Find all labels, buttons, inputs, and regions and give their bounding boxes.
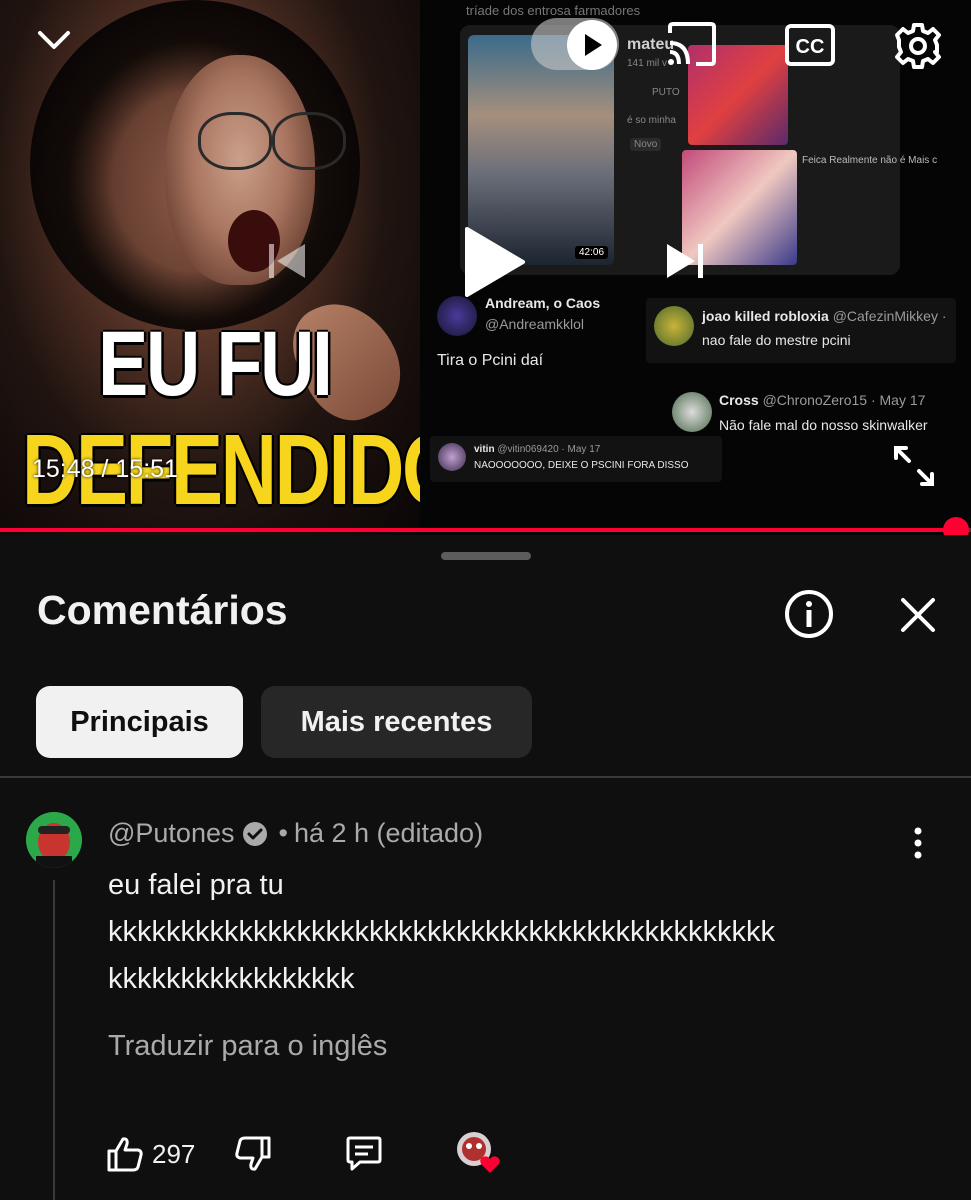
dislike-button[interactable] (234, 1135, 272, 1173)
previous-button[interactable] (262, 236, 312, 286)
info-button[interactable] (783, 588, 835, 640)
embedded-card-title: Feica Realmente não é Mais c (802, 155, 938, 166)
overlay-avatar-1 (437, 296, 477, 336)
filter-chip-mais-recentes[interactable]: Mais recentes (261, 686, 532, 758)
comment-line-2: kkkkkkkkkkkkkkkkkkkkkkkkkkkkkkkkkkkkkkkk… (108, 916, 775, 948)
time-display: 15:48 / 15:51 (32, 455, 178, 483)
overlay-name-4: vitin (474, 444, 495, 455)
comment-line-1: eu falei pra tu (108, 869, 284, 901)
next-button[interactable] (660, 236, 710, 286)
like-count: 297 (152, 1138, 196, 1169)
cast-icon (668, 22, 716, 66)
thumbs-down-icon (235, 1136, 271, 1171)
creator-heart-avatar-icon (457, 1132, 500, 1173)
captions-icon: CC (785, 24, 835, 66)
close-button[interactable] (893, 590, 943, 640)
previous-icon (269, 244, 305, 278)
thumbs-up-icon (107, 1137, 143, 1172)
settings-button[interactable] (890, 18, 946, 74)
svg-text:CC: CC (796, 36, 825, 58)
translate-link[interactable]: Traduzir para o inglês (108, 1030, 387, 1063)
comment-line-3: kkkkkkkkkkkkkkkkk (108, 963, 355, 995)
comments-title: Comentários (37, 587, 288, 633)
captions-button[interactable]: CC (782, 20, 838, 70)
progress-bar-fill (0, 528, 957, 532)
verified-badge-icon (243, 821, 268, 846)
avatar-image (26, 812, 82, 868)
overlay-name-3-row: Cross @ChronoZero15 · May 17 (719, 392, 925, 408)
overlay-name-3: Cross (719, 392, 759, 408)
minimize-button[interactable] (30, 20, 78, 60)
next-icon (667, 244, 703, 278)
embedded-caption: tríade dos entrosa farmadores (466, 3, 641, 18)
fullscreen-button[interactable] (888, 440, 940, 492)
sheet-divider (0, 776, 971, 778)
overlay-name-4-row: vitin @vitin069420 · May 17 (474, 444, 600, 455)
settings-icon (895, 23, 941, 69)
reply-button[interactable] (344, 1135, 384, 1173)
overlay-text-4: NAOOOOOOO, DEIXE O PSCINI FORA DISSO (474, 460, 689, 471)
autoplay-toggle-knob[interactable] (567, 20, 617, 70)
embedded-views: 141 mil v (627, 58, 668, 69)
progress-bar[interactable] (0, 517, 971, 535)
thread-line (53, 880, 55, 1200)
like-button[interactable]: 297 (106, 1135, 195, 1173)
info-icon (785, 590, 833, 638)
overlay-handle-1: @Andreamkklol (485, 316, 585, 332)
chevron-down-icon (38, 31, 70, 49)
comment-more-button[interactable] (903, 823, 933, 863)
overlay-avatar-3 (672, 392, 712, 432)
overlay-card-4 (430, 436, 722, 482)
overlay-text-2: nao fale do mestre pcini (702, 332, 851, 348)
overlay-avatar-4 (438, 443, 466, 471)
filter-chip-principais[interactable]: Principais (36, 686, 243, 758)
fullscreen-icon (894, 446, 934, 486)
cast-button[interactable] (664, 18, 720, 70)
thumbnail-title-line1: EU FUI (98, 313, 333, 415)
glasses-left-lens (198, 112, 272, 170)
comment-meta: há 2 h (editado) (293, 818, 484, 848)
glasses-right-lens (272, 112, 346, 170)
overlay-name-2-row: joao killed robloxia @CafezinMikkey · (702, 308, 947, 324)
play-icon (465, 227, 525, 297)
comments-sheet: Comentários Principais Mais recentes @Pu… (0, 535, 971, 1200)
comment-header: @Putones • há 2 h (editado) (108, 818, 483, 849)
overlay-handle-2: @CafezinMikkey · (832, 308, 947, 324)
comment-body: eu falei pra tu kkkkkkkkkkkkkkkkkkkkkkkk… (108, 862, 908, 1003)
overlay-name-2: joao killed robloxia (702, 308, 829, 324)
embedded-mini-3: Novo (630, 138, 662, 151)
meta-separator: • (278, 818, 288, 848)
sheet-drag-handle[interactable] (441, 552, 531, 560)
play-button[interactable] (452, 222, 532, 302)
comment-author[interactable]: @Putones (108, 818, 234, 849)
overlay-text-3: Não fale mal do nosso skinwalker (719, 417, 928, 433)
embedded-mini-2: é so minha (627, 115, 676, 126)
creator-heart (456, 1131, 504, 1175)
autoplay-play-icon (585, 34, 602, 56)
embedded-video-duration: 42:06 (575, 246, 609, 259)
video-player[interactable]: EU FUI DEFENDIDO tríade dos entrosa farm… (0, 0, 971, 535)
reply-icon (346, 1136, 382, 1171)
close-icon (901, 598, 935, 632)
overlay-handle-3: @ChronoZero15 · May 17 (762, 392, 926, 408)
embedded-mini-1: PUTO (652, 87, 680, 98)
more-vert-icon (914, 827, 922, 859)
avatar[interactable] (26, 812, 82, 868)
overlay-avatar-2 (654, 306, 694, 346)
overlay-handle-4: @vitin069420 · May 17 (497, 444, 601, 455)
overlay-text-1: Tira o Pcini daí (437, 352, 544, 369)
